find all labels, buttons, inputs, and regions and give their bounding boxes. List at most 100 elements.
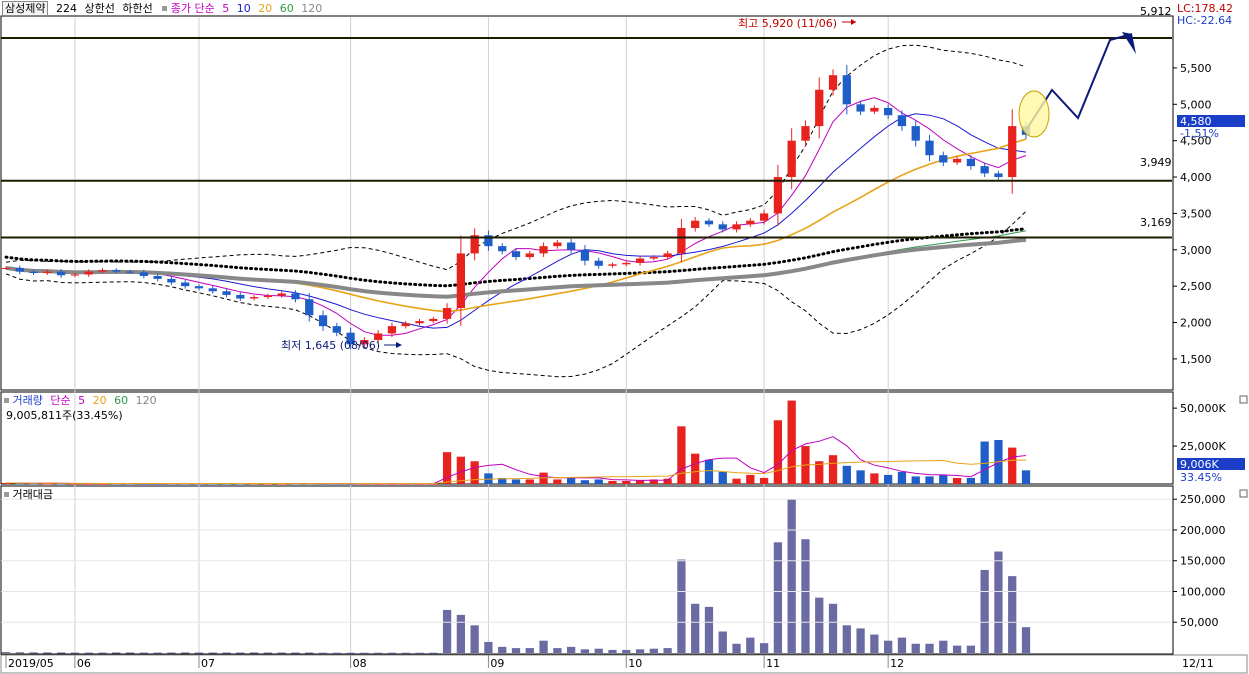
amount-bar [704,606,714,653]
volume-bar [580,480,590,484]
amount-tick-label: 200,000 [1180,524,1226,537]
amount-bar [828,603,838,653]
stock-name[interactable]: 삼성제약 [2,1,49,16]
amount-bar [208,652,217,654]
amount-bar [236,652,245,654]
volume-bar [677,426,686,484]
amount-bar [222,652,231,654]
candle-body [498,246,507,252]
amount-tick-label: 150,000 [1180,555,1226,568]
amount-bar [98,652,107,654]
amount-bar [1,652,11,654]
amount-bar [84,652,93,654]
candle-body [181,282,190,287]
amount-bar [318,652,328,654]
ma-20: 20 [258,2,273,15]
amount-bar [773,542,783,653]
candle-body [911,126,920,141]
ma-60: 60 [279,2,294,15]
hc-readout: HC:-22.64 [1177,14,1232,27]
legend-marker-icon [4,492,9,497]
amount-bar [374,652,383,654]
candle-body [112,270,121,272]
upper-limit-label: 상한선 [84,2,115,15]
candle-body [456,253,465,308]
candle-body [305,299,314,316]
candle-body [194,286,204,289]
amount-bar [608,649,617,653]
amount-bar [15,652,24,654]
ma-5: 5 [222,2,230,15]
volume-bar [870,473,879,484]
volume-bar [746,474,755,484]
candle-body [553,242,562,247]
amount-bar [194,652,204,654]
price-panel-handle[interactable] [1239,395,1248,404]
candle-body [897,115,907,127]
amount-bar [691,603,700,653]
amount-bar [415,652,424,654]
candle-body [57,271,66,276]
candle-body [442,307,452,319]
amount-bar [167,652,176,654]
volume-bar [553,479,562,484]
candle-body [70,274,80,276]
candle-body [567,242,576,250]
candle-body [1008,126,1017,178]
candle-body [277,293,286,296]
amount-bar [181,652,190,654]
level-label-low: 3,169 [1140,216,1172,229]
price-tick-label: 5,500 [1180,62,1212,75]
amount-bar [112,652,121,654]
candle-body [815,89,824,127]
candle-body [387,326,397,334]
price-tick-label: 5,000 [1180,98,1212,111]
amount-title: 거래대금 [12,488,53,501]
price-tick-label: 2,500 [1180,280,1212,293]
amount-bar [732,643,741,653]
amount-bar [897,637,907,653]
amount-bar [842,625,851,653]
amount-bar [291,652,300,654]
legend-marker-icon [162,6,168,11]
candle-body [759,213,769,221]
volume-bar [759,477,769,484]
vol-ma-120: 120 [135,394,157,407]
candle-body [429,318,438,322]
amount-tick-label: 50,000 [1180,616,1219,629]
candle-body [15,267,24,272]
price-panel-header: 삼성제약 224 상한선 하한선 종가 단순 5 10 20 60 120 [2,1,326,17]
amount-bar [567,646,576,653]
amount-bar [966,645,975,653]
candle-body [594,260,603,266]
candle-body [208,288,217,292]
volume-ma-title: 단순 [50,394,71,407]
candle-body [635,258,645,263]
candle-body [925,140,934,156]
highlight-ellipse [1018,90,1050,138]
volume-bar [1008,447,1017,484]
x-axis-panel [0,654,1248,674]
ma-120: 120 [301,2,323,15]
amount-panel-handle[interactable] [1239,489,1248,498]
high-annotation: 최고 5,920 (11/06) [738,17,837,30]
amount-bar [43,652,52,654]
amount-bar [305,652,314,654]
candle-body [718,224,727,230]
stock-chart: 25,000K 50,000K 50,000 100,000 150,000 200,0… [0,2,1248,674]
level-label-top: 5,912 [1140,5,1172,18]
x-label: 11 [766,657,780,670]
volume-bar [911,476,920,484]
ma-title: 종가 단순 [170,2,215,15]
amount-bar [594,648,603,653]
candle-body [801,126,810,141]
candle-body [332,326,341,333]
amount-tick-label: 250,000 [1180,493,1226,506]
candle-body [1,267,11,269]
y-axis-ticks: 1,5002,0002,5003,0003,5004,0004,5005,000… [1173,62,1212,366]
volume-tick-label: 50,000K [1180,402,1226,415]
amount-bar [787,499,796,653]
lower-limit-label: 하한선 [122,2,153,15]
current-volume-pct: 33.45% [1180,471,1222,484]
volume-bar [732,478,741,484]
